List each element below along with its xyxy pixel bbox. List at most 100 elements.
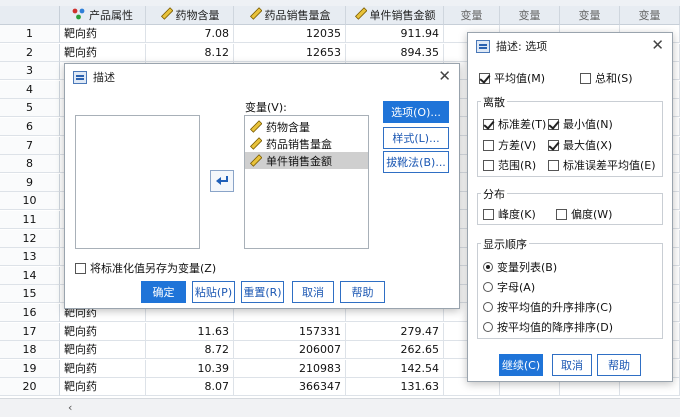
row-number[interactable]: 18 [0,341,60,360]
save-standardized-checkbox[interactable] [75,262,86,274]
table-cell[interactable]: 靶向药 [60,341,146,360]
column-header[interactable]: 变量 [620,6,680,25]
column-header[interactable]: 单件销售金额 [346,6,444,25]
table-cell[interactable]: 894.35 [346,43,444,62]
order-alphabetic-radio[interactable] [483,282,493,292]
row-number[interactable]: 13 [0,248,60,267]
table-cell[interactable]: 靶向药 [60,322,146,341]
column-header[interactable]: 变量 [500,6,560,25]
se-mean-checkbox[interactable] [548,159,559,171]
table-cell[interactable]: 11.63 [146,322,234,341]
table-cell[interactable]: 12653 [234,43,346,62]
row-number[interactable]: 17 [0,322,60,341]
se-mean-option[interactable]: 标准误差平均值(E) [548,157,656,173]
horizontal-scrollbar[interactable]: ‹ [0,398,680,417]
order-ascending-means-option[interactable]: 按平均值的升序排序(C) [483,299,612,315]
bootstrap-button[interactable]: 拔靴法(B)... [383,151,449,173]
cancel-button[interactable]: 取消 [292,281,334,303]
row-number[interactable]: 2 [0,43,60,62]
column-header[interactable]: 变量 [444,6,500,25]
skewness-option[interactable]: 偏度(W) [556,206,612,222]
help-button[interactable]: 帮助 [340,281,385,303]
style-button[interactable]: 样式(L)... [383,127,449,149]
table-cell[interactable]: 靶向药 [60,359,146,378]
row-number[interactable]: 5 [0,99,60,118]
table-cell[interactable]: 靶向药 [60,25,146,43]
table-cell[interactable]: 210983 [234,359,346,378]
reset-button[interactable]: 重置(R) [241,281,284,303]
source-variable-list[interactable] [75,115,200,249]
options-button[interactable]: 选项(O)... [383,101,449,123]
table-cell[interactable]: 157331 [234,322,346,341]
variance-checkbox[interactable] [483,139,494,151]
help-button[interactable]: 帮助 [597,354,641,376]
row-number[interactable]: 7 [0,136,60,155]
selected-variable-list[interactable]: 药物含量 药品销售量盒 单件销售金额 [244,115,369,249]
scroll-left-icon[interactable]: ‹ [68,401,72,414]
variable-list-item[interactable]: 药物含量 [245,118,368,135]
order-variable-list-option[interactable]: 变量列表(B) [483,259,557,275]
row-number[interactable]: 9 [0,173,60,192]
maximum-checkbox[interactable] [548,139,559,151]
table-cell[interactable]: 8.12 [146,43,234,62]
cancel-button[interactable]: 取消 [552,354,592,376]
order-variable-list-radio[interactable] [483,262,493,272]
mean-checkbox[interactable] [479,72,490,84]
skewness-checkbox[interactable] [556,208,567,220]
paste-button[interactable]: 粘贴(P) [192,281,235,303]
variance-option[interactable]: 方差(V) [483,137,536,153]
table-cell[interactable]: 靶向药 [60,378,146,397]
table-cell[interactable]: 206007 [234,341,346,360]
row-number[interactable]: 11 [0,211,60,229]
column-header[interactable]: 药物含量 [146,6,234,25]
row-number[interactable]: 4 [0,80,60,99]
kurtosis-checkbox[interactable] [483,208,494,220]
order-ascending-means-radio[interactable] [483,302,493,312]
table-cell[interactable]: 131.63 [346,378,444,397]
save-standardized-option[interactable]: 将标准化值另存为变量(Z) [75,260,216,276]
variable-list-item[interactable]: 药品销售量盒 [245,135,368,152]
range-checkbox[interactable] [483,159,494,171]
row-number[interactable]: 12 [0,229,60,248]
kurtosis-option[interactable]: 峰度(K) [483,206,536,222]
std-dev-option[interactable]: 标准差(T) [483,116,546,132]
row-number[interactable]: 8 [0,155,60,174]
mean-option[interactable]: 平均值(M) [479,70,545,86]
row-number[interactable]: 14 [0,266,60,285]
column-header[interactable]: 药品销售量盒 [234,6,346,25]
row-number[interactable]: 10 [0,192,60,211]
order-descending-means-radio[interactable] [483,322,493,332]
sum-option[interactable]: 总和(S) [580,70,633,86]
row-number[interactable]: 3 [0,62,60,81]
table-cell[interactable]: 10.39 [146,359,234,378]
sum-checkbox[interactable] [580,72,591,84]
continue-button[interactable]: 继续(C) [499,354,543,376]
table-cell[interactable]: 366347 [234,378,346,397]
table-cell[interactable]: 8.07 [146,378,234,397]
row-number[interactable]: 6 [0,118,60,136]
row-number[interactable]: 15 [0,285,60,304]
table-cell[interactable]: 142.54 [346,359,444,378]
order-descending-means-option[interactable]: 按平均值的降序排序(D) [483,319,613,335]
column-header[interactable]: 变量 [560,6,620,25]
table-cell[interactable]: 911.94 [346,25,444,43]
ok-button[interactable]: 确定 [141,281,186,303]
std-dev-checkbox[interactable] [483,118,494,130]
table-cell[interactable]: 12035 [234,25,346,43]
close-icon[interactable]: ✕ [651,37,664,53]
minimum-option[interactable]: 最小值(N) [548,116,613,132]
maximum-option[interactable]: 最大值(X) [548,137,612,153]
row-number[interactable]: 20 [0,378,60,397]
table-cell[interactable]: 279.47 [346,322,444,341]
row-number[interactable]: 19 [0,359,60,378]
minimum-checkbox[interactable] [548,118,559,130]
move-variable-button[interactable] [210,170,234,192]
close-icon[interactable]: ✕ [438,68,451,84]
variable-list-item[interactable]: 单件销售金额 [245,152,368,169]
column-header[interactable]: 产品属性 [60,6,146,25]
table-cell[interactable]: 7.08 [146,25,234,43]
table-cell[interactable]: 靶向药 [60,43,146,62]
row-number[interactable]: 16 [0,304,60,322]
table-cell[interactable]: 262.65 [346,341,444,360]
row-number[interactable]: 1 [0,25,60,43]
